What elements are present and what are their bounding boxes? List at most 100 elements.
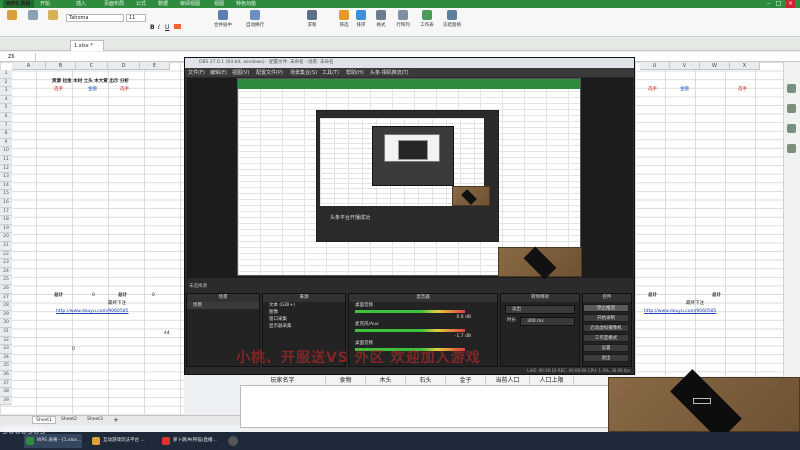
side-shape-icon[interactable]: [787, 104, 796, 113]
studio-mode-button[interactable]: 工作室模式: [583, 334, 629, 342]
format-button[interactable]: 格式: [372, 10, 390, 36]
row-header[interactable]: 28: [0, 302, 12, 311]
transition-select[interactable]: 淡出: [505, 305, 575, 314]
start-recording-button[interactable]: 开始录制: [583, 314, 629, 322]
freeze-button[interactable]: 冻结窗格: [440, 10, 464, 36]
tab-formula[interactable]: 公式: [136, 0, 146, 8]
col-header-a[interactable]: A: [12, 62, 46, 70]
row-header[interactable]: 20: [0, 233, 12, 242]
row-header[interactable]: 26: [0, 285, 12, 294]
tab-view[interactable]: 视图: [214, 0, 224, 8]
row-header[interactable]: 35: [0, 362, 12, 371]
close-icon[interactable]: ×: [786, 0, 795, 8]
row-header[interactable]: 16: [0, 199, 12, 208]
col-header-u[interactable]: U: [640, 62, 670, 70]
col-header-v[interactable]: V: [670, 62, 700, 70]
document-tab[interactable]: 1.xlsx *: [70, 40, 104, 51]
row-header[interactable]: 11: [0, 156, 12, 165]
sheet-tab-2[interactable]: Sheet2: [58, 416, 80, 424]
row-header[interactable]: 6: [0, 113, 12, 122]
obs-menu-tools[interactable]: 工具(T): [322, 69, 339, 77]
col-header-b[interactable]: B: [46, 62, 76, 70]
taskbar-game-platform[interactable]: 互动游戏玩法平台 ...: [90, 434, 156, 448]
row-header[interactable]: 39: [0, 396, 12, 406]
row-header[interactable]: 18: [0, 216, 12, 225]
row-header[interactable]: 37: [0, 379, 12, 389]
settings-button[interactable]: 设置: [583, 344, 629, 352]
row-header[interactable]: 22: [0, 250, 12, 260]
col-header-d[interactable]: D: [108, 62, 140, 70]
scene-item[interactable]: 场景: [187, 302, 259, 309]
sheet-tab-3[interactable]: Sheet3: [84, 416, 106, 424]
italic-icon[interactable]: I: [158, 24, 160, 31]
row-header[interactable]: 14: [0, 181, 12, 191]
taskbar-live[interactable]: 萝卜跳冲(榨猫)直播...: [160, 434, 226, 448]
sort-button[interactable]: 排序: [350, 10, 372, 36]
douyu-link[interactable]: http://www.douyu.com/9060585: [56, 308, 128, 316]
side-backup-icon[interactable]: [787, 124, 796, 133]
underline-icon[interactable]: U: [165, 24, 169, 31]
col-header-w[interactable]: W: [700, 62, 730, 70]
tab-data[interactable]: 数据: [158, 0, 168, 8]
row-header[interactable]: 29: [0, 310, 12, 320]
row-header[interactable]: 34: [0, 353, 12, 363]
row-header[interactable]: 1: [0, 70, 12, 79]
stop-streaming-button[interactable]: 停止推流: [583, 304, 629, 312]
cut-button[interactable]: [24, 10, 42, 36]
add-sheet-icon[interactable]: +: [110, 416, 122, 424]
row-header[interactable]: 25: [0, 276, 12, 285]
row-header[interactable]: 38: [0, 388, 12, 397]
tab-insert[interactable]: 插入: [76, 0, 86, 8]
sheet-tab-1[interactable]: Sheet1: [32, 416, 56, 424]
row-header[interactable]: 12: [0, 164, 12, 174]
tab-home[interactable]: 开始: [40, 0, 50, 8]
cell-reference-box[interactable]: Z6: [6, 53, 36, 61]
maximize-icon[interactable]: □: [774, 0, 783, 8]
obs-menu-file[interactable]: 文件(F): [188, 69, 205, 77]
wps-app-menu[interactable]: WPS 表格: [3, 0, 34, 8]
row-header[interactable]: 19: [0, 224, 12, 234]
merge-center-button[interactable]: 合并居中: [208, 10, 238, 36]
sum-button[interactable]: 求和: [298, 10, 326, 36]
font-name-select[interactable]: Tahoma: [66, 14, 124, 22]
row-header[interactable]: 7: [0, 121, 12, 131]
source-item[interactable]: 显示器采集: [263, 323, 345, 330]
worksheet-button[interactable]: 工作表: [416, 10, 438, 36]
row-header[interactable]: 8: [0, 130, 12, 139]
row-header[interactable]: 9: [0, 138, 12, 148]
side-share-icon[interactable]: [787, 144, 796, 153]
row-header[interactable]: 24: [0, 267, 12, 277]
wrap-text-button[interactable]: 自动换行: [240, 10, 270, 36]
col-header-e[interactable]: E: [140, 62, 170, 70]
source-item[interactable]: 文本 (GDI+): [263, 302, 345, 309]
bold-icon[interactable]: B: [150, 24, 155, 31]
row-header[interactable]: 15: [0, 190, 12, 199]
exit-button[interactable]: 退出: [583, 354, 629, 362]
source-item[interactable]: 窗口采集: [263, 316, 345, 323]
obs-taskbar-icon[interactable]: [228, 436, 238, 446]
row-header[interactable]: 17: [0, 207, 12, 217]
paste-button[interactable]: [4, 10, 20, 36]
row-header[interactable]: 23: [0, 259, 12, 268]
minimize-icon[interactable]: –: [764, 0, 773, 8]
right-douyu-link[interactable]: http://www.douyu.com/9060585: [644, 308, 716, 316]
row-header[interactable]: 2: [0, 78, 12, 88]
row-header[interactable]: 4: [0, 95, 12, 105]
row-header[interactable]: 31: [0, 328, 12, 337]
obs-menu-profile[interactable]: 配置文件(P): [256, 69, 283, 77]
obs-menu-help[interactable]: 帮助(H): [346, 69, 364, 77]
left-sheet-grid[interactable]: [0, 62, 184, 415]
obs-menu-plugin[interactable]: 头条·相机推流(T): [370, 69, 409, 77]
row-header[interactable]: 13: [0, 173, 12, 182]
row-header[interactable]: 32: [0, 336, 12, 346]
rows-cols-button[interactable]: 行和列: [392, 10, 414, 36]
col-header-c[interactable]: C: [76, 62, 108, 70]
duration-input[interactable]: 300 ms: [520, 317, 575, 326]
tab-layout[interactable]: 页面布局: [104, 0, 124, 8]
row-header[interactable]: 36: [0, 371, 12, 380]
format-painter-button[interactable]: [44, 10, 62, 36]
side-select-icon[interactable]: [787, 84, 796, 93]
tab-special[interactable]: 特色功能: [236, 0, 256, 8]
row-header[interactable]: 3: [0, 87, 12, 96]
right-sheet-grid[interactable]: [635, 62, 783, 376]
